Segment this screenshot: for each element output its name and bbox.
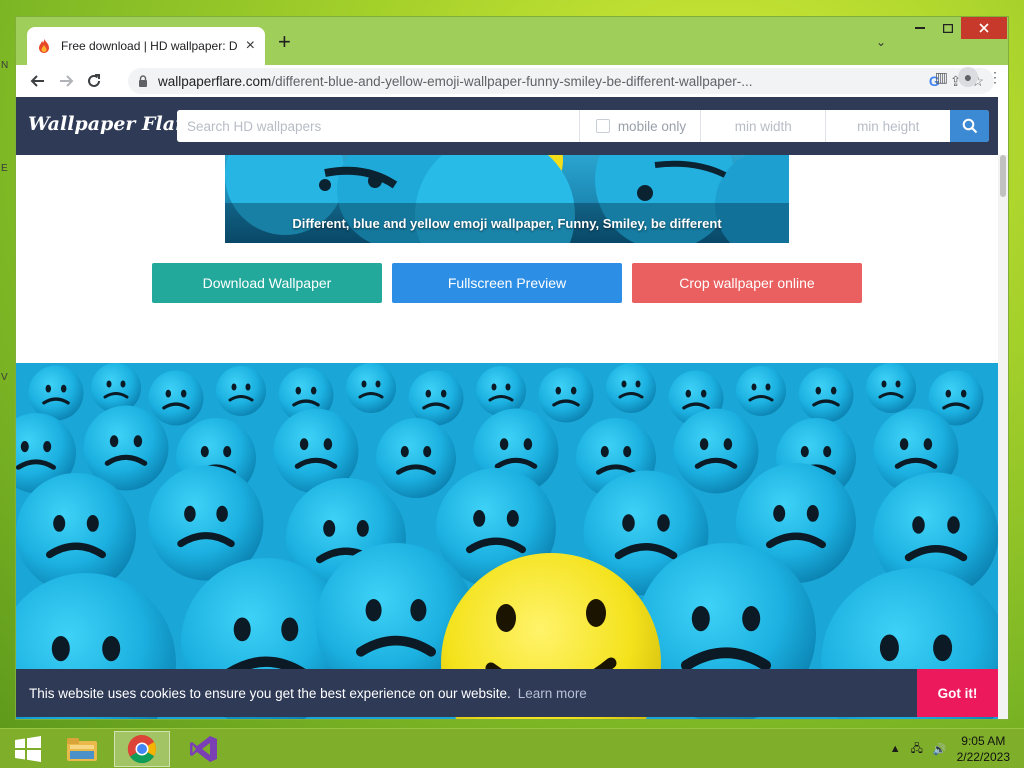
forward-arrow-icon[interactable] <box>52 67 80 95</box>
emoji-wallpaper-art <box>16 363 998 719</box>
desktop-edge-glyph: V <box>1 372 8 383</box>
wallpaper-caption: Different, blue and yellow emoji wallpap… <box>292 216 722 231</box>
close-window-button[interactable] <box>961 17 1007 39</box>
show-hidden-icons-icon[interactable]: ▲ <box>890 743 901 755</box>
url-host: wallpaperflare.com <box>158 73 272 89</box>
fullscreen-preview-button[interactable]: Fullscreen Preview <box>392 263 622 303</box>
mobile-only-checkbox[interactable] <box>595 119 610 133</box>
tab-search-chevron-icon[interactable]: ⌄ <box>876 35 886 49</box>
page-scrollbar[interactable] <box>998 155 1008 719</box>
menu-kebab-icon[interactable]: ⋮ <box>988 69 1002 86</box>
learn-more-link[interactable]: Learn more <box>518 686 587 701</box>
start-button[interactable] <box>0 731 56 767</box>
cookie-message: This website uses cookies to ensure you … <box>29 685 511 701</box>
scrollbar-thumb[interactable] <box>1000 155 1006 197</box>
url-text: wallpaperflare.com/different-blue-and-ye… <box>158 74 923 89</box>
file-explorer-taskbar-button[interactable] <box>54 731 110 767</box>
reload-icon[interactable] <box>80 67 108 95</box>
min-height-field[interactable] <box>825 110 951 142</box>
clock-time: 9:05 AM <box>961 734 1006 748</box>
url-path: /different-blue-and-yellow-emoji-wallpap… <box>271 73 753 89</box>
site-logo[interactable]: Wallpaper Flare <box>28 113 197 135</box>
lock-icon <box>139 75 147 87</box>
desktop-edge-glyph: E <box>1 163 8 174</box>
clock[interactable]: 9:05 AM 2/22/2023 <box>957 733 1010 765</box>
cookie-accept-button[interactable]: Got it! <box>917 669 998 717</box>
mobile-only-label: mobile only <box>617 118 687 134</box>
flame-favicon-icon <box>39 39 49 53</box>
wallpaper-thumbnail[interactable]: Different, blue and yellow emoji wallpap… <box>225 155 789 243</box>
visual-studio-taskbar-button[interactable] <box>176 731 232 767</box>
volume-icon[interactable]: 🔊 <box>933 743 947 756</box>
search-icon <box>962 118 977 134</box>
minimize-button[interactable] <box>906 17 934 39</box>
search-input[interactable] <box>177 110 579 142</box>
folder-icon <box>67 738 97 761</box>
visual-studio-icon <box>190 736 217 762</box>
site-header: Wallpaper Flare mobile only <box>16 97 998 155</box>
network-icon[interactable]: 🖧 <box>911 740 923 759</box>
desktop-edge-glyph: N <box>1 60 9 71</box>
browser-tab[interactable]: Free download | HD wallpaper: D × <box>27 27 265 65</box>
browser-toolbar: wallpaperflare.com/different-blue-and-ye… <box>16 65 1008 97</box>
new-tab-button[interactable]: + <box>278 31 291 53</box>
search-bar: mobile only <box>177 110 989 142</box>
crop-wallpaper-button[interactable]: Crop wallpaper online <box>632 263 862 303</box>
download-wallpaper-button[interactable]: Download Wallpaper <box>152 263 382 303</box>
cookie-banner: This website uses cookies to ensure you … <box>16 669 998 717</box>
clock-date: 2/22/2023 <box>956 750 1010 764</box>
side-panel-icon[interactable]: ▥ <box>935 69 948 86</box>
min-width-field[interactable] <box>700 110 826 142</box>
chrome-window: Free download | HD wallpaper: D × + ⌄ wa… <box>15 16 1009 720</box>
back-arrow-icon[interactable] <box>24 67 52 95</box>
windows-logo-icon <box>15 736 41 762</box>
address-bar[interactable]: wallpaperflare.com/different-blue-and-ye… <box>128 68 994 94</box>
mobile-only-toggle[interactable]: mobile only <box>578 110 700 142</box>
page-content: Different, blue and yellow emoji wallpap… <box>16 155 998 719</box>
search-button[interactable] <box>950 110 989 142</box>
wallpaper-preview-image[interactable] <box>16 363 998 719</box>
taskbar: ▲ 🖧 🔊 9:05 AM 2/22/2023 <box>0 728 1024 768</box>
tab-close-icon[interactable]: × <box>246 38 255 54</box>
system-tray: ▲ 🖧 🔊 9:05 AM 2/22/2023 <box>890 733 1010 765</box>
tab-title: Free download | HD wallpaper: D <box>61 39 238 53</box>
chrome-icon <box>127 734 156 764</box>
maximize-button[interactable] <box>934 17 962 39</box>
title-bar: Free download | HD wallpaper: D × + ⌄ <box>16 17 1008 65</box>
profile-avatar-icon[interactable]: ● <box>958 67 978 87</box>
page-viewport: Wallpaper Flare mobile only <box>16 97 1008 719</box>
chrome-taskbar-button[interactable] <box>114 731 170 767</box>
